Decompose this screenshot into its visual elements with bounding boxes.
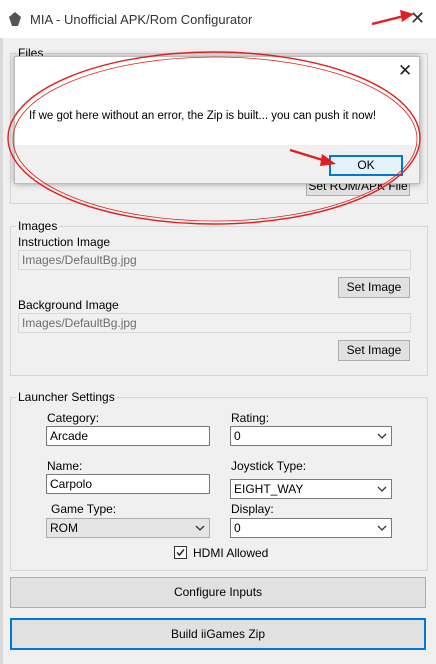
- chevron-down-icon: [377, 486, 387, 492]
- hdmi-allowed-checkbox[interactable]: [174, 546, 187, 559]
- title-bar: MIA - Unofficial APK/Rom Configurator ✕: [0, 0, 436, 38]
- joystick-type-label: Joystick Type:: [231, 459, 307, 473]
- display-select[interactable]: 0: [230, 518, 392, 538]
- window-title: MIA - Unofficial APK/Rom Configurator: [30, 12, 253, 27]
- dialog-content-area: ✕ If we got here without an error, the Z…: [15, 57, 419, 145]
- ok-button[interactable]: OK: [329, 155, 403, 176]
- category-label: Category:: [47, 411, 100, 425]
- chevron-down-icon: [377, 433, 387, 439]
- joystick-type-select-value: EIGHT_WAY: [234, 482, 304, 496]
- name-label: Name:: [47, 459, 83, 473]
- background-image-label: Background Image: [18, 298, 119, 312]
- background-image-field: Images/DefaultBg.jpg: [18, 313, 411, 333]
- app-icon: [9, 12, 21, 26]
- game-type-select[interactable]: ROM: [46, 518, 210, 538]
- set-instruction-image-button[interactable]: Set Image: [338, 277, 410, 298]
- category-input[interactable]: Arcade: [46, 426, 210, 446]
- display-label: Display:: [231, 502, 274, 516]
- hdmi-allowed-label: HDMI Allowed: [193, 546, 269, 560]
- joystick-type-select[interactable]: EIGHT_WAY: [230, 479, 392, 499]
- images-group-label: Images: [16, 219, 60, 233]
- game-type-select-value: ROM: [50, 521, 78, 535]
- set-background-image-button[interactable]: Set Image: [338, 340, 410, 361]
- instruction-image-field: Images/DefaultBg.jpg: [18, 250, 411, 270]
- chevron-down-icon: [195, 525, 205, 531]
- message-dialog: ✕ If we got here without an error, the Z…: [14, 56, 420, 184]
- instruction-image-label: Instruction Image: [18, 235, 111, 249]
- build-zip-button[interactable]: Build iiGames Zip: [10, 618, 426, 650]
- window-close-icon[interactable]: ✕: [410, 8, 425, 28]
- dialog-close-icon[interactable]: ✕: [398, 61, 412, 81]
- rating-select[interactable]: 0: [230, 426, 392, 446]
- window-left-edge: [0, 38, 3, 664]
- launcher-settings-group-label: Launcher Settings: [16, 390, 117, 404]
- checkmark-icon: [176, 549, 185, 557]
- configure-inputs-button[interactable]: Configure Inputs: [10, 577, 426, 608]
- dialog-message: If we got here without an error, the Zip…: [29, 110, 377, 122]
- chevron-down-icon: [377, 525, 387, 531]
- rating-label: Rating:: [231, 411, 270, 425]
- name-input[interactable]: Carpolo: [46, 474, 210, 494]
- display-select-value: 0: [234, 521, 241, 535]
- rating-select-value: 0: [234, 429, 241, 443]
- game-type-label: Game Type:: [51, 502, 117, 516]
